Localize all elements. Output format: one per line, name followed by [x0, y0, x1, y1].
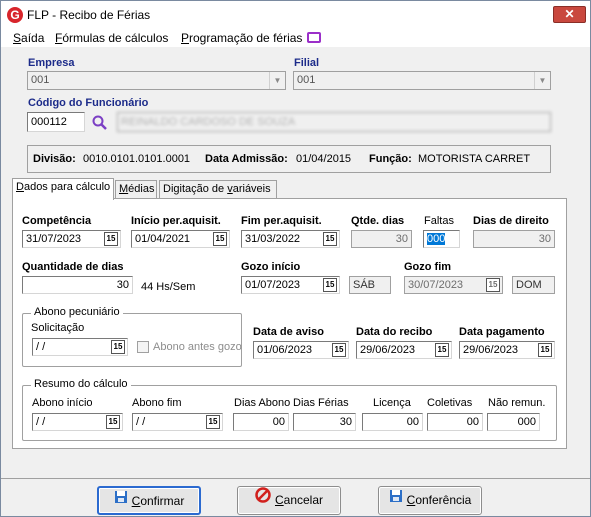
- calendar-icon[interactable]: 15: [106, 415, 120, 429]
- menu-saida[interactable]: Saída: [13, 29, 44, 47]
- calendar-icon[interactable]: 15: [104, 232, 118, 246]
- nao-remun-label: Não remun.: [488, 397, 546, 409]
- calendar-icon[interactable]: 15: [323, 278, 337, 292]
- inicio-aquisitivo-input[interactable]: 01/04/2021 15: [131, 230, 230, 248]
- menu-programacao-ferias[interactable]: Programação de férias: [181, 29, 302, 47]
- calendar-icon[interactable]: 15: [538, 343, 552, 357]
- abono-fim-input[interactable]: / /15: [132, 413, 223, 431]
- funcionario-label: Código do Funcionário: [28, 97, 149, 109]
- empresa-label: Empresa: [28, 57, 75, 69]
- funcionario-name-field: REINALDO CARDOSO DE SOUZA: [117, 112, 551, 132]
- abono-pecuniario-title: Abono pecuniário: [31, 306, 123, 318]
- quantidade-dias-input[interactable]: 30: [22, 276, 133, 294]
- quantidade-dias-label: Quantidade de dias: [22, 261, 124, 273]
- save-icon: [389, 486, 403, 513]
- app-logo-icon: G: [7, 7, 23, 23]
- gozo-inicio-weekday: SÁB: [349, 276, 391, 294]
- solicitacao-input[interactable]: / /15: [32, 338, 128, 356]
- data-pagamento-label: Data pagamento: [459, 326, 545, 338]
- dias-ferias-input[interactable]: 30: [293, 413, 356, 431]
- cancel-icon: [255, 486, 271, 513]
- gozo-fim-field: 30/07/2023 15: [404, 276, 503, 294]
- funcao-label: Função:: [369, 153, 412, 165]
- competencia-label: Competência: [22, 215, 92, 227]
- faltas-input[interactable]: 000: [423, 230, 460, 248]
- save-icon: [114, 487, 128, 514]
- abono-antes-gozo-label: Abono antes gozo: [153, 341, 242, 353]
- licenca-input[interactable]: 00: [362, 413, 423, 431]
- menu-formulas-calculos[interactable]: Fórmulas de cálculos: [55, 29, 168, 47]
- coletivas-label: Coletivas: [427, 397, 473, 409]
- data-aviso-label: Data de aviso: [253, 326, 324, 338]
- chevron-down-icon[interactable]: ▼: [269, 72, 285, 89]
- calendar-icon[interactable]: 15: [111, 340, 125, 354]
- gozo-fim-label: Gozo fim: [404, 261, 452, 273]
- conferencia-button[interactable]: Conferência: [378, 486, 482, 515]
- empresa-select[interactable]: 001 ▼: [27, 71, 286, 90]
- divisao-value: 0010.0101.0101.0001: [83, 153, 191, 165]
- recibo-ferias-window: G FLP - Recibo de Férias ✕ Saída Fórmula…: [0, 0, 591, 517]
- resumo-calculo-title: Resumo do cálculo: [31, 378, 131, 390]
- inicio-aquisitivo-label: Início per.aquisit.: [131, 215, 221, 227]
- calendar-icon[interactable]: 15: [206, 415, 220, 429]
- fim-aquisitivo-input[interactable]: 31/03/2022 15: [241, 230, 340, 248]
- dias-abono-input[interactable]: 00: [233, 413, 289, 431]
- filial-select[interactable]: 001 ▼: [293, 71, 551, 90]
- abono-fim-label: Abono fim: [132, 397, 182, 409]
- data-aviso-input[interactable]: 01/06/2023 15: [253, 341, 349, 359]
- dias-abono-label: Dias Abono: [234, 397, 291, 409]
- admissao-label: Data Admissão:: [205, 153, 288, 165]
- calendar-icon[interactable]: 15: [332, 343, 346, 357]
- data-recibo-input[interactable]: 29/06/2023 15: [356, 341, 452, 359]
- abono-inicio-label: Abono início: [32, 397, 93, 409]
- abono-antes-gozo-checkbox[interactable]: [137, 341, 149, 353]
- horas-semana-text: 44 Hs/Sem: [141, 281, 196, 293]
- employee-info-box: Divisão: 0010.0101.0101.0001 Data Admiss…: [27, 145, 551, 173]
- message-icon[interactable]: [307, 32, 321, 43]
- gozo-fim-weekday: DOM: [512, 276, 555, 294]
- coletivas-input[interactable]: 00: [427, 413, 483, 431]
- tab-digitacao-variaveis[interactable]: Digitação de variáveis: [159, 180, 277, 199]
- data-recibo-label: Data do recibo: [356, 326, 433, 338]
- tab-dados-calculo[interactable]: Dados para cálculo: [12, 178, 114, 200]
- competencia-input[interactable]: 31/07/2023 15: [22, 230, 121, 248]
- gozo-inicio-input[interactable]: 01/07/2023 15: [241, 276, 340, 294]
- funcao-value: MOTORISTA CARRET: [418, 153, 531, 165]
- dados-calculo-panel: Competência 31/07/2023 15 Início per.aqui…: [12, 198, 567, 449]
- close-button[interactable]: ✕: [553, 6, 586, 23]
- menu-bar: Saída Fórmulas de cálculos Programação d…: [1, 29, 590, 47]
- footer-separator: [1, 478, 590, 479]
- calendar-icon[interactable]: 15: [486, 278, 500, 292]
- filial-label: Filial: [294, 57, 320, 69]
- abono-inicio-input[interactable]: / /15: [32, 413, 123, 431]
- dias-direito-label: Dias de direito: [473, 215, 549, 227]
- solicitacao-label: Solicitação: [31, 322, 85, 334]
- tab-medias[interactable]: Médias: [115, 180, 157, 199]
- qtde-dias-field: 30: [351, 230, 412, 248]
- divisao-label: Divisão:: [33, 153, 76, 165]
- cancelar-button[interactable]: Cancelar: [237, 486, 341, 515]
- qtde-dias-label: Qtde. dias: [351, 215, 405, 227]
- faltas-label: Faltas: [424, 215, 454, 227]
- abono-pecuniario-group: Abono pecuniário Solicitação / /15 Abono…: [22, 306, 242, 367]
- calendar-icon[interactable]: 15: [435, 343, 449, 357]
- data-pagamento-input[interactable]: 29/06/2023 15: [459, 341, 555, 359]
- confirmar-button[interactable]: Confirmar: [97, 486, 201, 515]
- title-bar: G FLP - Recibo de Férias ✕: [1, 1, 590, 29]
- admissao-value: 01/04/2015: [296, 153, 352, 165]
- search-icon[interactable]: [91, 114, 109, 132]
- chevron-down-icon[interactable]: ▼: [534, 72, 550, 89]
- resumo-calculo-group: Resumo do cálculo Abono início / /15 Abo…: [22, 378, 557, 441]
- fim-aquisitivo-label: Fim per.aquisit.: [241, 215, 322, 227]
- dias-direito-field: 30: [473, 230, 555, 248]
- dias-ferias-label: Dias Férias: [293, 397, 349, 409]
- gozo-inicio-label: Gozo início: [241, 261, 301, 273]
- nao-remun-input[interactable]: 000: [487, 413, 540, 431]
- funcionario-code-input[interactable]: 000112: [27, 112, 85, 132]
- calendar-icon[interactable]: 15: [323, 232, 337, 246]
- window-title: FLP - Recibo de Férias: [27, 8, 151, 22]
- licenca-label: Licença: [373, 397, 411, 409]
- calendar-icon[interactable]: 15: [213, 232, 227, 246]
